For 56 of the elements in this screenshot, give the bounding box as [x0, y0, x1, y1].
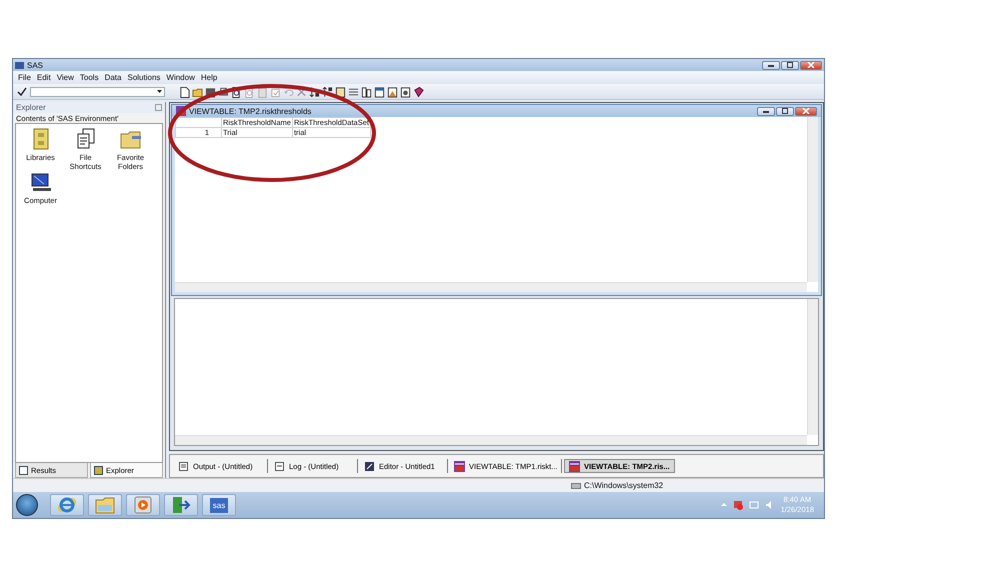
- maximize-button[interactable]: [776, 106, 794, 116]
- panel-title: Explorer: [16, 103, 46, 112]
- close-icon: [802, 108, 810, 114]
- folder-icon: [95, 496, 115, 514]
- pencil-page-icon: [364, 460, 375, 472]
- close-button[interactable]: [795, 106, 817, 116]
- columns-icon[interactable]: [361, 86, 372, 98]
- menu-item[interactable]: View: [54, 73, 77, 82]
- minimize-icon: [767, 62, 775, 68]
- taskbar-button[interactable]: [88, 494, 122, 516]
- close-icon: [807, 62, 815, 68]
- minimize-button[interactable]: [757, 106, 775, 116]
- taskbar-button[interactable]: [126, 494, 160, 516]
- dropdown-caret-icon: [157, 90, 162, 94]
- document-icon: [178, 460, 189, 472]
- picture-icon[interactable]: [387, 86, 398, 98]
- horizontal-scrollbar[interactable]: [175, 435, 807, 446]
- vertical-scrollbar[interactable]: [807, 299, 818, 436]
- menu-item[interactable]: Solutions: [124, 73, 164, 82]
- computer-icon: [30, 173, 52, 193]
- documents-icon: [76, 128, 96, 150]
- sas-logo: sas: [210, 498, 228, 512]
- menu-item[interactable]: Tools: [76, 73, 102, 82]
- document-icon: [274, 460, 285, 472]
- play-icon: [134, 496, 152, 514]
- maximize-button[interactable]: [781, 60, 799, 70]
- close-button[interactable]: [800, 60, 822, 70]
- menu-item[interactable]: File: [15, 73, 34, 82]
- menu-item[interactable]: Help: [198, 73, 220, 82]
- minimize-button[interactable]: [762, 60, 780, 70]
- vertical-scrollbar[interactable]: [807, 117, 818, 282]
- file-cabinet-icon: [30, 128, 50, 150]
- maximize-icon: [781, 108, 789, 114]
- taskbar-button[interactable]: sas: [202, 494, 236, 516]
- drive-icon: [571, 482, 581, 488]
- app-icon: [15, 62, 24, 68]
- status-path: C:\Windows\system32: [584, 481, 664, 490]
- minimize-icon: [762, 108, 770, 114]
- menu-item[interactable]: Edit: [34, 73, 54, 82]
- sort-icon[interactable]: [322, 86, 333, 98]
- window-title: VIEWTABLE: TMP2.riskthresholds: [189, 106, 312, 116]
- window-icon[interactable]: [374, 86, 385, 98]
- browser-e-icon: [57, 495, 77, 515]
- maximize-icon: [786, 62, 794, 68]
- horizontal-scrollbar[interactable]: [175, 282, 807, 292]
- taskbar-button[interactable]: [164, 494, 198, 516]
- taskbar-button[interactable]: [50, 494, 84, 516]
- command-field[interactable]: [30, 86, 165, 96]
- menu-item[interactable]: Data: [102, 73, 124, 82]
- printer-icon[interactable]: [218, 86, 229, 98]
- checkmark-icon[interactable]: [16, 86, 28, 96]
- window-title: SAS: [27, 60, 44, 70]
- menu-item[interactable]: Window: [163, 73, 198, 82]
- database-arrow-icon: [171, 495, 191, 515]
- page-icon[interactable]: [179, 86, 190, 98]
- start-button[interactable]: [16, 494, 38, 516]
